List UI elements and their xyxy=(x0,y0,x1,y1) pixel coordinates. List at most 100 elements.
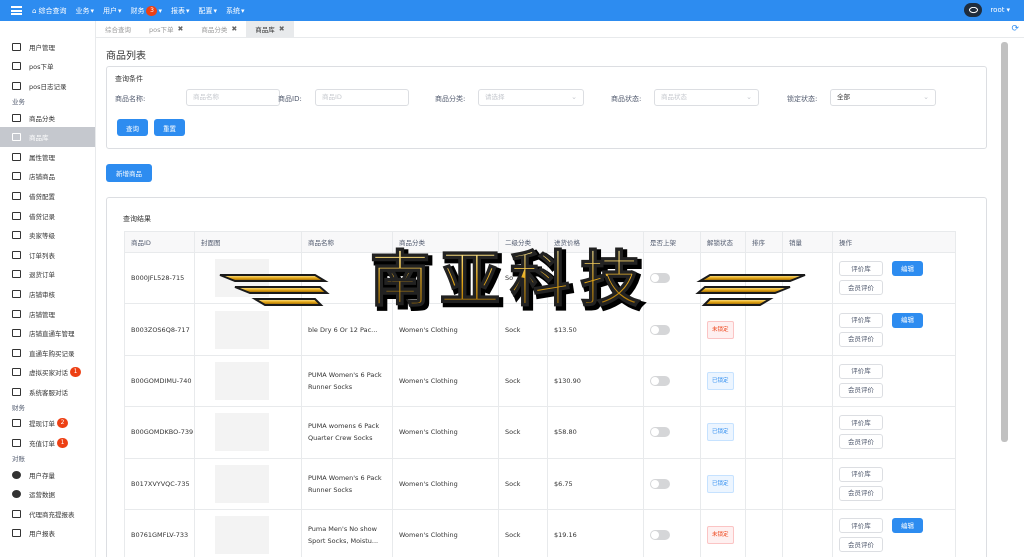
menu-toggle-button[interactable] xyxy=(0,0,32,21)
refresh-icon[interactable]: ⟳ xyxy=(1011,24,1019,34)
sidebar-group-heading: 业务 xyxy=(12,97,25,106)
chevron-down-icon: ▾ xyxy=(213,6,218,15)
member-review-button[interactable]: 会员评价 xyxy=(839,382,883,398)
cover-image xyxy=(215,516,269,555)
review-library-button[interactable]: 评价库 xyxy=(839,312,883,328)
chevron-down-icon: ⌄ xyxy=(923,93,929,101)
sidebar-item-14[interactable]: 店铺管理 xyxy=(0,304,95,324)
member-review-button[interactable]: 会员评价 xyxy=(839,434,883,450)
laptop-icon xyxy=(12,113,21,122)
review-library-button[interactable]: 评价库 xyxy=(839,415,883,431)
sidebar-item-1[interactable]: pos下单 xyxy=(0,57,95,77)
close-icon[interactable]: ✖ xyxy=(231,25,237,33)
sidebar-item-label: 借贷配置 xyxy=(29,192,55,201)
topnav-label: 综合查询 xyxy=(38,6,67,15)
category-label: 商品分类: xyxy=(435,95,466,103)
sidebar-item-12[interactable]: 退货订单 xyxy=(0,265,95,285)
status-select[interactable]: 商品状态 ⌄ xyxy=(654,89,759,106)
sidebar-item-11[interactable]: 订单列表 xyxy=(0,245,95,265)
topnav-label: 财务 xyxy=(130,6,145,15)
scrollbar-thumb[interactable] xyxy=(1001,42,1008,442)
add-product-button[interactable]: 新增商品 xyxy=(106,164,152,182)
topnav-item-2[interactable]: 用户 ▾ xyxy=(103,6,122,16)
listed-toggle[interactable] xyxy=(650,427,670,438)
price-cell: $58.80 xyxy=(547,406,644,459)
topnav-item-6[interactable]: 系统 ▾ xyxy=(226,6,245,16)
table-row: B00GOMDKBO-739 PUMA womens 6 Pack Quarter… xyxy=(124,406,956,459)
category-select[interactable]: 请选择 ⌄ xyxy=(478,89,584,106)
edit-button[interactable]: 编辑 xyxy=(892,261,923,277)
review-library-button[interactable]: 评价库 xyxy=(839,466,883,482)
topnav-item-4[interactable]: 报表 ▾ xyxy=(171,6,190,16)
close-icon[interactable]: ✖ xyxy=(178,25,184,33)
listed-toggle[interactable] xyxy=(650,478,670,489)
sidebar-item-label: 订单列表 xyxy=(29,251,55,260)
member-review-button[interactable]: 会员评价 xyxy=(839,537,883,553)
sidebar-item-label: 运营数据 xyxy=(29,491,55,500)
user-menu[interactable]: root xyxy=(990,6,1004,14)
sidebar-item-23[interactable]: 用户存量 xyxy=(0,465,95,485)
review-library-button[interactable]: 评价库 xyxy=(839,261,883,277)
tab-label: pos下单 xyxy=(149,26,174,34)
sidebar-item-21[interactable]: 充值订单 1 xyxy=(0,433,95,453)
edit-button[interactable]: 编辑 xyxy=(892,518,923,534)
sidebar-item-10[interactable]: 卖家等级 xyxy=(0,225,95,245)
listed-toggle[interactable] xyxy=(650,375,670,386)
topnav-item-1[interactable]: 业务 ▾ xyxy=(75,6,94,16)
topnav-label: 用户 xyxy=(102,6,117,15)
sidebar-item-8[interactable]: 借贷配置 xyxy=(0,186,95,206)
chat-icon[interactable] xyxy=(964,3,983,17)
tab-1[interactable]: pos下单 ✖ xyxy=(140,21,192,37)
tab-2[interactable]: 商品分类 ✖ xyxy=(192,21,246,37)
topnav-item-5[interactable]: 配置 ▾ xyxy=(199,6,218,16)
review-library-button[interactable]: 评价库 xyxy=(839,363,883,379)
table-row: B017XVYVQC-735 PUMA Women's 6 Pack Runner… xyxy=(124,457,956,510)
listed-cell xyxy=(643,406,701,459)
sidebar-item-0[interactable]: 用户管理 xyxy=(0,37,95,57)
sidebar-item-2[interactable]: pos日志记录 xyxy=(0,76,95,96)
close-icon[interactable]: ✖ xyxy=(279,25,285,33)
member-review-button[interactable]: 会员评价 xyxy=(839,485,883,501)
card-icon xyxy=(12,419,21,428)
sidebar-item-5[interactable]: 商品库 xyxy=(0,127,95,147)
tab-0[interactable]: 综合查询 xyxy=(96,21,140,37)
lock-select[interactable]: 全部 ⌄ xyxy=(830,89,936,106)
sidebar-item-7[interactable]: 店铺商品 xyxy=(0,167,95,187)
sidebar-item-4[interactable]: 商品分类 xyxy=(0,108,95,128)
subcategory-cell: Sock xyxy=(498,508,548,557)
listed-toggle[interactable] xyxy=(650,530,670,541)
list-icon xyxy=(12,231,21,240)
member-review-button[interactable]: 会员评价 xyxy=(839,280,883,296)
chevron-down-icon: ⌄ xyxy=(571,93,577,101)
product-name-cell: PUMA womens 6 Pack Quarter Crew Socks xyxy=(301,406,393,459)
edit-button[interactable]: 编辑 xyxy=(892,312,923,328)
sidebar-item-20[interactable]: 提现订单 2 xyxy=(0,414,95,434)
sidebar-item-26[interactable]: 用户报表 xyxy=(0,524,95,544)
sidebar-item-13[interactable]: 店铺审核 xyxy=(0,284,95,304)
sidebar: 用户管理 pos下单 pos日志记录 业务商品分类 商品库 属性管理 店铺商品借贷配置借贷记… xyxy=(0,21,96,557)
sidebar-item-9[interactable]: 借贷记录 xyxy=(0,206,95,226)
topnav-item-3[interactable]: 财务 3 ▾ xyxy=(130,5,162,16)
sidebar-item-25[interactable]: 代理商充提报表 xyxy=(0,504,95,524)
sidebar-item-16[interactable]: 直通车购买记录 xyxy=(0,343,95,363)
status-select-placeholder: 商品状态 xyxy=(661,93,687,101)
topnav-item-0[interactable]: ⌂ 综合查询 xyxy=(32,6,66,16)
sidebar-item-18[interactable]: 系统客服对话 xyxy=(0,382,95,402)
sidebar-item-24[interactable]: 运营数据 xyxy=(0,484,95,504)
card-icon xyxy=(12,329,21,338)
product-name-input[interactable]: 商品名称 xyxy=(186,89,280,106)
product-id-cell: B000JFL528-715 xyxy=(124,251,195,305)
member-review-button[interactable]: 会员评价 xyxy=(839,331,883,347)
sidebar-item-15[interactable]: 店铺直通车管理 xyxy=(0,323,95,343)
reset-button[interactable]: 重置 xyxy=(154,119,185,136)
lock-cell: 已锁定 xyxy=(700,354,746,408)
search-button[interactable]: 查询 xyxy=(117,119,148,136)
tab-3[interactable]: 商品库 ✖ xyxy=(246,21,294,37)
review-library-button[interactable]: 评价库 xyxy=(839,518,883,534)
book-icon xyxy=(12,172,21,181)
price-cell: $130.90 xyxy=(547,354,644,408)
sidebar-item-17[interactable]: 虚拟买家对话 1 xyxy=(0,363,95,383)
product-id-input[interactable]: 商品ID xyxy=(315,89,409,106)
listed-toggle[interactable] xyxy=(650,324,670,335)
sidebar-item-6[interactable]: 属性管理 xyxy=(0,147,95,167)
